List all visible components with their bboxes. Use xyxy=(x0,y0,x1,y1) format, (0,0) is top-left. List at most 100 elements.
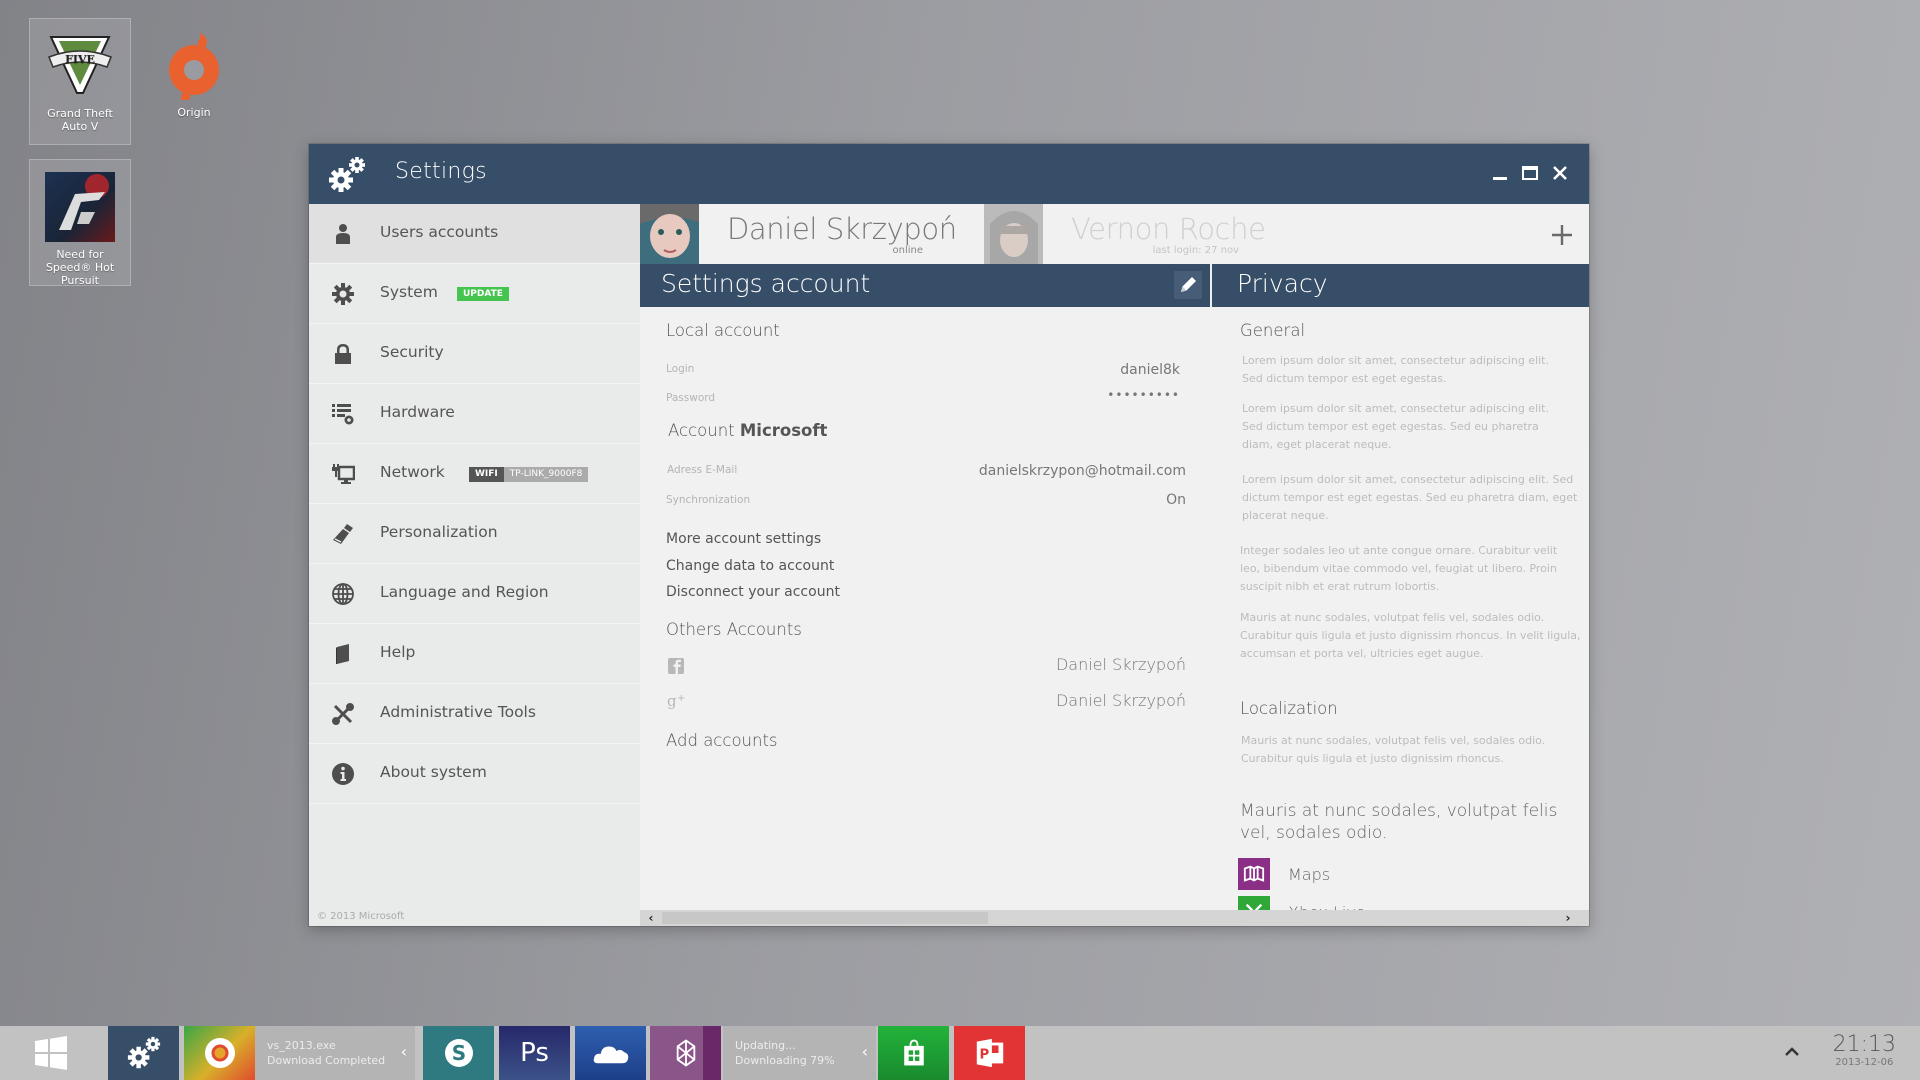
change-data-link[interactable]: Change data to account xyxy=(666,558,834,574)
hardware-icon xyxy=(331,402,355,426)
show-hidden-icons-button[interactable] xyxy=(1782,1042,1802,1062)
edit-button[interactable] xyxy=(1174,271,1202,299)
sidebar-item-security[interactable]: Security xyxy=(309,324,640,384)
microsoft-title-bold: Microsoft xyxy=(739,421,828,440)
network-icon xyxy=(331,462,356,486)
pencil-icon xyxy=(1181,277,1196,292)
avatar xyxy=(640,204,699,264)
desktop-icon-nfs[interactable]: Need for Speed® Hot Pursuit xyxy=(29,159,131,287)
svg-text:FIVE: FIVE xyxy=(65,53,95,66)
email-value[interactable]: danielskrzypon@hotmail.com xyxy=(979,463,1186,479)
email-label: Adress E-Mail xyxy=(667,464,738,476)
more-account-settings-link[interactable]: More account settings xyxy=(666,531,821,547)
sidebar-item-label: Personalization xyxy=(380,523,498,541)
copyright-text: © 2013 Microsoft xyxy=(317,911,405,922)
info-icon xyxy=(331,762,355,786)
desktop-icon-gta[interactable]: FIVE Grand Theft Auto V xyxy=(29,18,131,145)
close-button[interactable] xyxy=(1549,162,1571,184)
user-tile-inactive[interactable]: Vernon Roche last login: 27 nov xyxy=(984,204,1266,264)
download-status: Download Completed xyxy=(267,1054,386,1067)
sidebar-item-help[interactable]: Help xyxy=(309,624,640,684)
privacy-panel-header: Privacy xyxy=(1212,264,1589,307)
sidebar-item-label: Network xyxy=(380,463,445,481)
sync-value[interactable]: On xyxy=(1166,492,1186,508)
taskbar-settings[interactable] xyxy=(108,1026,179,1080)
sidebar-item-language-region[interactable]: Language and Region xyxy=(309,564,640,624)
sidebar-item-label: Help xyxy=(380,643,416,661)
start-button[interactable] xyxy=(14,1026,88,1080)
taskbar-zune[interactable] xyxy=(650,1026,721,1080)
maps-icon xyxy=(1238,858,1270,890)
horizontal-scrollbar[interactable]: ‹ › xyxy=(640,910,1589,926)
google-plus-account-name[interactable]: Daniel Skrzypoń xyxy=(1056,691,1186,710)
store-icon xyxy=(903,1039,924,1066)
user-switcher: Daniel Skrzypoń online Vernon Roche last… xyxy=(640,204,1589,264)
password-label: Password xyxy=(666,392,716,404)
origin-icon xyxy=(159,30,229,108)
privacy-paragraph: Lorem ipsum dolor sit amet, consectetur … xyxy=(1242,402,1549,451)
sidebar-item-system[interactable]: System UPDATE xyxy=(309,264,640,324)
microsoft-account-title: Account Microsoft xyxy=(668,421,827,440)
user-tile-active[interactable]: Daniel Skrzypoń online xyxy=(640,204,957,264)
sidebar-item-label: Administrative Tools xyxy=(380,703,536,721)
chevron-left-icon: ‹ xyxy=(648,911,654,925)
taskbar-chrome[interactable] xyxy=(184,1026,255,1080)
maximize-button[interactable] xyxy=(1519,162,1541,184)
login-value[interactable]: daniel8k xyxy=(1120,362,1180,378)
app-row-maps[interactable]: Maps xyxy=(1238,858,1330,890)
gta-v-icon: FIVE xyxy=(45,31,115,101)
taskbar-store[interactable] xyxy=(878,1026,949,1080)
chevron-up-icon xyxy=(1785,1047,1799,1056)
tools-icon xyxy=(331,702,355,726)
password-value[interactable]: ••••••••• xyxy=(1107,388,1180,402)
taskbar-powerpoint[interactable]: P xyxy=(954,1026,1025,1080)
clock-date: 2013-12-06 xyxy=(1835,1057,1894,1068)
minimize-button[interactable] xyxy=(1489,162,1511,184)
facebook-account-name[interactable]: Daniel Skrzypoń xyxy=(1056,655,1186,674)
clock[interactable]: 21:13 2013-12-06 xyxy=(1833,1033,1896,1069)
facebook-icon xyxy=(667,657,685,675)
sync-label: Synchronization xyxy=(666,494,751,506)
chevron-left-icon[interactable]: ‹ xyxy=(401,1042,407,1061)
gear-icon xyxy=(331,282,355,306)
sidebar-item-about-system[interactable]: About system xyxy=(309,744,640,804)
add-user-button[interactable] xyxy=(1549,222,1575,248)
update-title: Updating... xyxy=(735,1039,796,1052)
local-account-title: Local account xyxy=(666,321,780,340)
cloud-icon xyxy=(593,1046,628,1064)
scrollbar-thumb[interactable] xyxy=(662,912,988,924)
desktop-icon-origin[interactable]: Origin xyxy=(143,18,245,125)
disconnect-account-link[interactable]: Disconnect your account xyxy=(666,584,840,600)
sidebar: Users accounts System UPDATE Security Ha… xyxy=(309,204,640,926)
sidebar-item-label: Users accounts xyxy=(380,223,499,241)
sidebar-item-administrative-tools[interactable]: Administrative Tools xyxy=(309,684,640,744)
window-title: Settings xyxy=(395,159,487,184)
user-status: online xyxy=(892,245,923,256)
scroll-left-button[interactable]: ‹ xyxy=(640,910,662,926)
close-icon xyxy=(1553,166,1567,180)
taskbar-skydrive[interactable] xyxy=(575,1026,646,1080)
sidebar-item-hardware[interactable]: Hardware xyxy=(309,384,640,444)
download-notification[interactable]: vs_2013.exe Download Completed ‹ xyxy=(255,1026,415,1080)
wifi-badge: WIFI TP-LINK_9000F8 xyxy=(469,467,589,482)
chevron-left-icon[interactable]: ‹ xyxy=(862,1042,868,1061)
title-bar[interactable]: Settings xyxy=(309,144,1589,204)
svg-text:+: + xyxy=(677,693,685,704)
update-notification[interactable]: Updating... Downloading 79% ‹ xyxy=(723,1026,876,1080)
taskbar-skype[interactable]: S xyxy=(423,1026,494,1080)
sidebar-item-network[interactable]: Network WIFI TP-LINK_9000F8 xyxy=(309,444,640,504)
sidebar-item-users-accounts[interactable]: Users accounts xyxy=(309,204,640,264)
lock-icon xyxy=(331,342,355,366)
privacy-paragraph: Integer sodales leo ut ante congue ornar… xyxy=(1240,544,1558,593)
scroll-right-button[interactable]: › xyxy=(1557,910,1579,926)
add-accounts-link[interactable]: Add accounts xyxy=(666,731,778,750)
sidebar-item-personalization[interactable]: Personalization xyxy=(309,504,640,564)
chrome-icon xyxy=(204,1038,235,1068)
microsoft-title-prefix: Account xyxy=(668,421,740,440)
globe-icon xyxy=(331,582,355,606)
zune-icon xyxy=(676,1039,695,1067)
svg-text:P: P xyxy=(979,1048,989,1063)
taskbar-photoshop[interactable]: Ps xyxy=(499,1026,570,1080)
sidebar-item-label: About system xyxy=(380,763,487,781)
login-label: Login xyxy=(666,363,695,375)
